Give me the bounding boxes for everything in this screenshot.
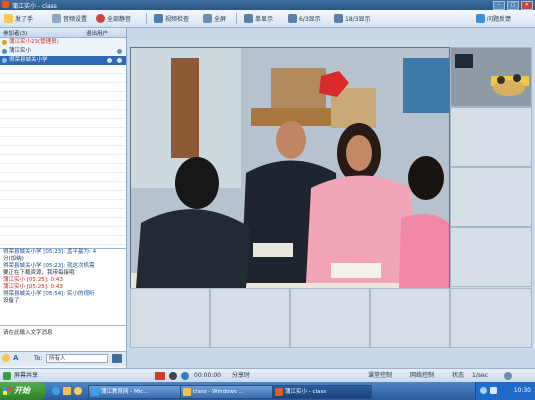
browser-icon: [91, 388, 99, 396]
folder-icon: [183, 388, 191, 396]
user-icon: [2, 49, 7, 54]
control-bar: 屏幕共享 00:00:00 分享时 课堂控制 网络控制 状态 1/sec: [0, 368, 535, 383]
meeting-room-image: [451, 48, 531, 106]
main-video-feed[interactable]: [130, 47, 450, 289]
record-icon[interactable]: [155, 372, 165, 380]
media-icon[interactable]: [74, 387, 82, 395]
start-button[interactable]: 开始: [0, 382, 46, 400]
app-icon: [275, 388, 283, 396]
screen-share-button[interactable]: 屏幕共享: [14, 371, 38, 381]
video-check-button[interactable]: 视频检查: [154, 12, 189, 24]
video-thumbnail[interactable]: [450, 288, 532, 348]
mute-icon: [96, 13, 105, 23]
windows-logo-icon: [3, 387, 11, 395]
mute-all-button[interactable]: 全部静音: [96, 12, 131, 24]
volume-icon[interactable]: [490, 387, 497, 394]
grid-6-button[interactable]: 6/3显示: [288, 12, 321, 24]
leave-users-tab[interactable]: 退出用户: [86, 29, 108, 37]
speed-readout: 1/sec: [472, 372, 488, 379]
emoji-icon[interactable]: [2, 354, 10, 362]
user-icon: [2, 58, 7, 63]
share-time-label: 分享时: [232, 372, 251, 379]
network-icon[interactable]: [480, 387, 487, 394]
play-icon[interactable]: [181, 372, 189, 380]
raise-hand-button[interactable]: 发了手: [4, 12, 33, 24]
volume-icon[interactable]: [504, 372, 512, 380]
video-thumbnail[interactable]: [450, 107, 532, 167]
mic-icon[interactable]: [117, 49, 122, 54]
video-thumbnail[interactable]: [450, 227, 532, 287]
fullscreen-button[interactable]: 全屏: [203, 12, 226, 24]
video-thumbnail[interactable]: [210, 288, 290, 348]
system-tray: 10:30: [475, 382, 535, 400]
grid-icon: [288, 13, 297, 23]
window-title: 蒲江实小 - class: [12, 3, 57, 10]
windows-taskbar: 开始 蒲江教育网 - Mic... class - Windows ... 蒲江…: [0, 382, 535, 400]
camera-icon[interactable]: [107, 58, 112, 63]
maximize-button[interactable]: □: [507, 1, 519, 10]
task-button[interactable]: 蒲江教育网 - Mic...: [88, 385, 188, 399]
feedback-button[interactable]: 问题反馈: [476, 12, 511, 24]
folder-icon[interactable]: [63, 387, 71, 395]
task-button-active[interactable]: 蒲江实小 - class: [272, 385, 372, 399]
audio-settings-button[interactable]: 音频设置: [52, 12, 87, 24]
status-label: 状态: [452, 372, 465, 379]
grid-icon: [334, 13, 343, 23]
single-view-button[interactable]: 单显示: [244, 12, 273, 24]
speaker-icon: [52, 13, 61, 23]
screen-share-icon[interactable]: [3, 372, 11, 380]
video-thumbnail[interactable]: [370, 288, 450, 348]
network-control-button[interactable]: 网络控制: [410, 371, 434, 381]
video-thumbnail-active[interactable]: [450, 47, 532, 107]
participant-item[interactable]: 蒲江实小23(管理员): [0, 38, 126, 47]
user-icon: [2, 40, 7, 45]
recording-timer: 00:00:00: [194, 372, 221, 379]
fullscreen-icon: [203, 13, 212, 23]
video-thumbnail[interactable]: [290, 288, 370, 348]
send-icon[interactable]: [112, 354, 122, 363]
title-bar: 蒲江实小 - class – □ ✕: [0, 0, 535, 10]
app-icon: [2, 1, 9, 8]
chat-input-bar: A To: 所有人: [0, 351, 126, 366]
participants-panel: 参加者(3) 退出用户 蒲江实小23(管理员) 蒲江实小 得荣县城关小学 得荣县…: [0, 28, 127, 368]
font-icon[interactable]: A: [13, 354, 18, 362]
classroom-control-button[interactable]: 课堂控制: [368, 371, 392, 381]
feedback-icon: [476, 13, 485, 23]
hand-icon: [4, 13, 13, 23]
participant-item-selected[interactable]: 得荣县城关小学: [0, 56, 126, 65]
clock: 10:30: [513, 387, 531, 394]
mic-icon[interactable]: [117, 58, 122, 63]
stop-icon[interactable]: [169, 372, 177, 380]
participant-list-empty-area: [0, 65, 126, 275]
grid-18-button[interactable]: 18/3显示: [334, 12, 370, 24]
participant-item[interactable]: 蒲江实小: [0, 47, 126, 56]
video-thumbnail[interactable]: [450, 167, 532, 227]
single-view-icon: [244, 13, 253, 23]
chat-log: 得荣县城关小学 [05:23]: 孟平基为: 4 分(加纳) 得荣县城关小学 […: [0, 248, 126, 325]
recipient-select[interactable]: 所有人: [46, 354, 108, 363]
classroom-video-image: [131, 48, 449, 288]
camera-icon: [154, 13, 163, 23]
minimize-button[interactable]: –: [493, 1, 505, 10]
toolbar: 发了手 音频设置 全部静音 视频检查 全屏 单显示 6/3显示 18/3显示 问…: [0, 10, 535, 28]
browser-icon[interactable]: [52, 387, 60, 395]
video-thumbnail[interactable]: [130, 288, 210, 348]
participants-header: 参加者(3) 退出用户: [0, 28, 126, 38]
close-button[interactable]: ✕: [521, 1, 533, 10]
task-button[interactable]: class - Windows ...: [180, 385, 280, 399]
